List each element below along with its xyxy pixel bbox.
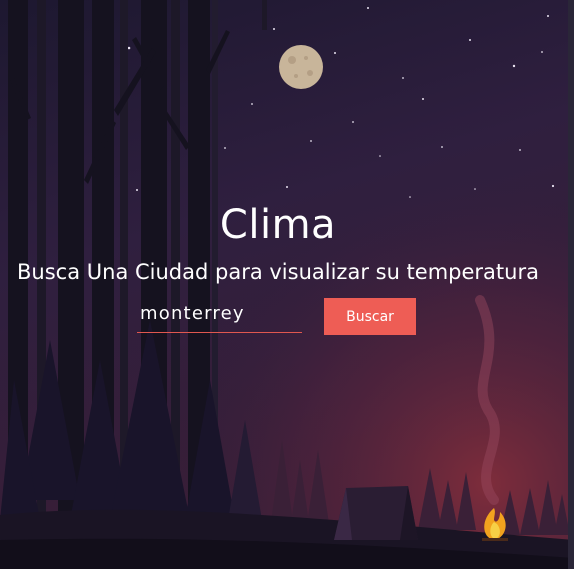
page-title: Clima [219, 202, 337, 248]
weather-app-page: Clima Busca Una Ciudad para visualizar s… [0, 0, 574, 569]
page-subtitle: Busca Una Ciudad para visualizar su temp… [17, 260, 539, 284]
city-search-input[interactable] [137, 299, 302, 333]
main-content: Clima Busca Una Ciudad para visualizar s… [0, 0, 568, 569]
window-edge [568, 0, 574, 569]
search-button[interactable]: Buscar [324, 298, 416, 335]
